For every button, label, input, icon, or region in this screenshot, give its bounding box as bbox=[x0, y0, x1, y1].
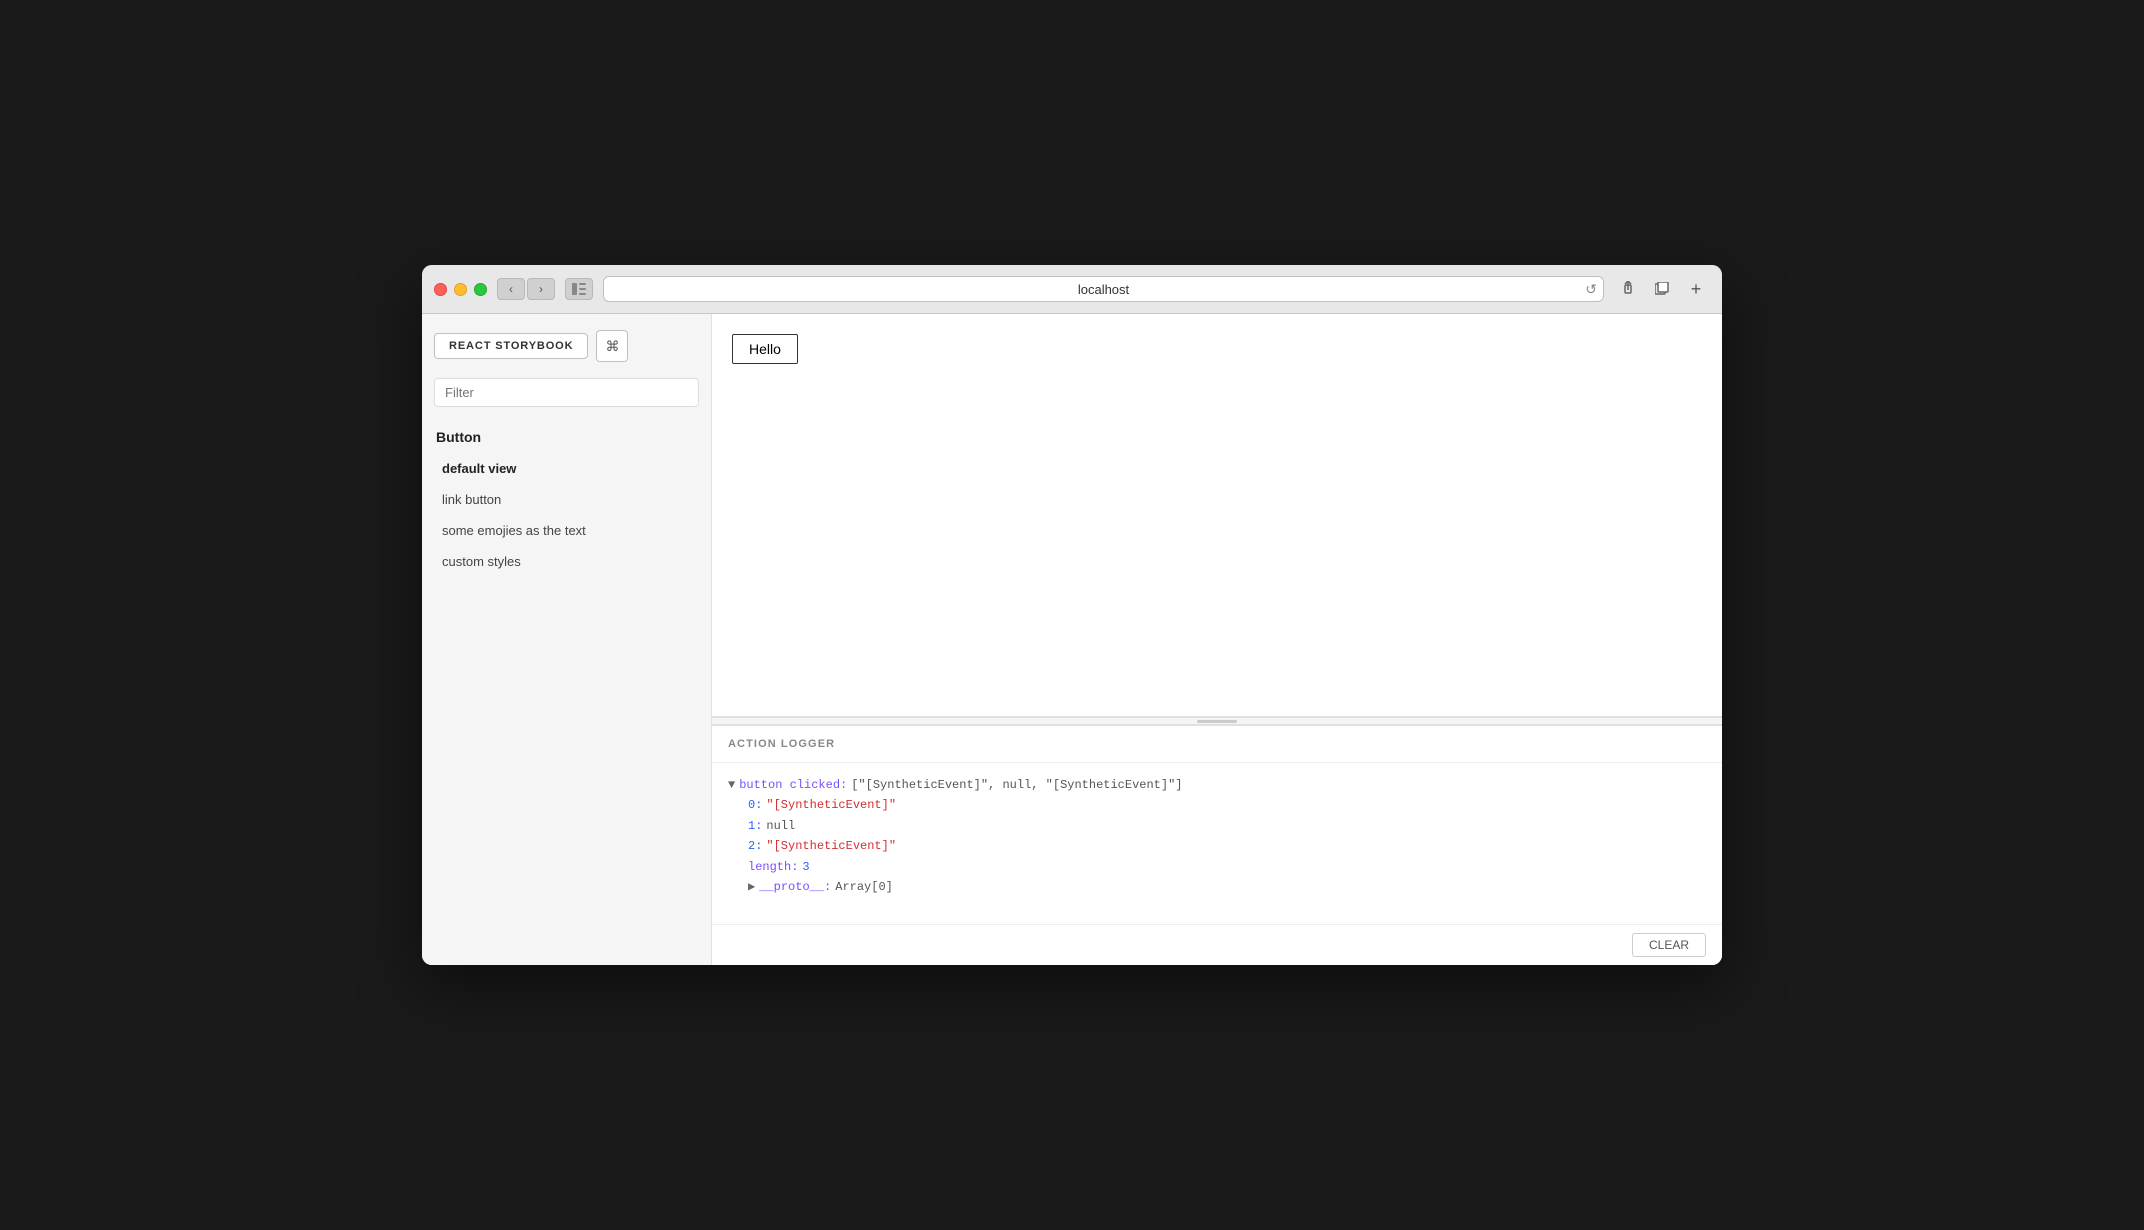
log-key-2: 2: bbox=[748, 836, 762, 856]
storybook-header: REACT STORYBOOK ⌘ bbox=[422, 314, 711, 378]
browser-chrome: ‹ › localhost ↺ bbox=[422, 265, 1722, 314]
log-val-proto: Array[0] bbox=[835, 877, 893, 897]
log-event-name: button clicked: bbox=[739, 775, 847, 795]
action-logger-footer: CLEAR bbox=[712, 924, 1722, 965]
log-line-proto: ▶ __proto__: Array[0] bbox=[728, 877, 1706, 897]
refresh-icon[interactable]: ↺ bbox=[1585, 281, 1597, 298]
resizer-handle bbox=[1197, 720, 1237, 723]
log-val-2: "[SyntheticEvent]" bbox=[766, 836, 896, 856]
forward-button[interactable]: › bbox=[527, 278, 555, 300]
action-logger-content: ▼ button clicked: ["[SyntheticEvent]", n… bbox=[712, 763, 1722, 924]
traffic-lights bbox=[434, 283, 487, 296]
log-line-length: length: 3 bbox=[728, 857, 1706, 877]
browser-content: REACT STORYBOOK ⌘ Button default view li… bbox=[422, 314, 1722, 965]
back-button[interactable]: ‹ bbox=[497, 278, 525, 300]
sidebar-item-link-button[interactable]: link button bbox=[422, 484, 711, 515]
url-text: localhost bbox=[1078, 282, 1129, 297]
sidebar-item-emojies[interactable]: some emojies as the text bbox=[422, 515, 711, 546]
log-key-proto: __proto__: bbox=[759, 877, 831, 897]
log-array-preview: ["[SyntheticEvent]", null, "[SyntheticEv… bbox=[851, 775, 1182, 795]
sidebar-toggle-button[interactable] bbox=[565, 278, 593, 300]
storybook-title-button[interactable]: REACT STORYBOOK bbox=[434, 333, 588, 359]
action-logger: ACTION LOGGER ▼ button clicked: ["[Synth… bbox=[712, 725, 1722, 965]
duplicate-button[interactable] bbox=[1648, 278, 1676, 300]
log-line-2: 2: "[SyntheticEvent]" bbox=[728, 836, 1706, 856]
log-key-length: length: bbox=[748, 857, 798, 877]
sidebar-item-custom-styles[interactable]: custom styles bbox=[422, 546, 711, 577]
main-panel: Hello ACTION LOGGER ▼ button clicked: ["… bbox=[712, 314, 1722, 965]
action-logger-header: ACTION LOGGER bbox=[712, 726, 1722, 763]
log-val-1: null bbox=[766, 816, 795, 836]
sidebar: REACT STORYBOOK ⌘ Button default view li… bbox=[422, 314, 712, 965]
preview-area: Hello bbox=[712, 314, 1722, 717]
clear-button[interactable]: CLEAR bbox=[1632, 933, 1706, 957]
filter-input[interactable] bbox=[434, 378, 699, 407]
sidebar-item-default-view[interactable]: default view bbox=[422, 453, 711, 484]
close-button[interactable] bbox=[434, 283, 447, 296]
log-val-0: "[SyntheticEvent]" bbox=[766, 795, 896, 815]
maximize-button[interactable] bbox=[474, 283, 487, 296]
preview-resizer[interactable] bbox=[712, 717, 1722, 725]
share-button[interactable] bbox=[1614, 278, 1642, 300]
log-line-1: 1: null bbox=[728, 816, 1706, 836]
log-val-length: 3 bbox=[802, 857, 809, 877]
browser-actions: + bbox=[1614, 275, 1710, 303]
browser-window: ‹ › localhost ↺ bbox=[422, 265, 1722, 965]
log-key-0: 0: bbox=[748, 795, 762, 815]
add-tab-button[interactable]: + bbox=[1682, 275, 1710, 303]
log-line-main: ▼ button clicked: ["[SyntheticEvent]", n… bbox=[728, 775, 1706, 795]
log-key-1: 1: bbox=[748, 816, 762, 836]
log-line-0: 0: "[SyntheticEvent]" bbox=[728, 795, 1706, 815]
address-bar[interactable]: localhost ↺ bbox=[603, 276, 1604, 302]
minimize-button[interactable] bbox=[454, 283, 467, 296]
log-toggle-proto[interactable]: ▶ bbox=[748, 877, 755, 897]
nav-buttons: ‹ › bbox=[497, 278, 555, 300]
section-title: Button bbox=[422, 419, 711, 453]
command-button[interactable]: ⌘ bbox=[596, 330, 628, 362]
hello-button[interactable]: Hello bbox=[732, 334, 798, 364]
log-toggle-expand[interactable]: ▼ bbox=[728, 775, 735, 795]
